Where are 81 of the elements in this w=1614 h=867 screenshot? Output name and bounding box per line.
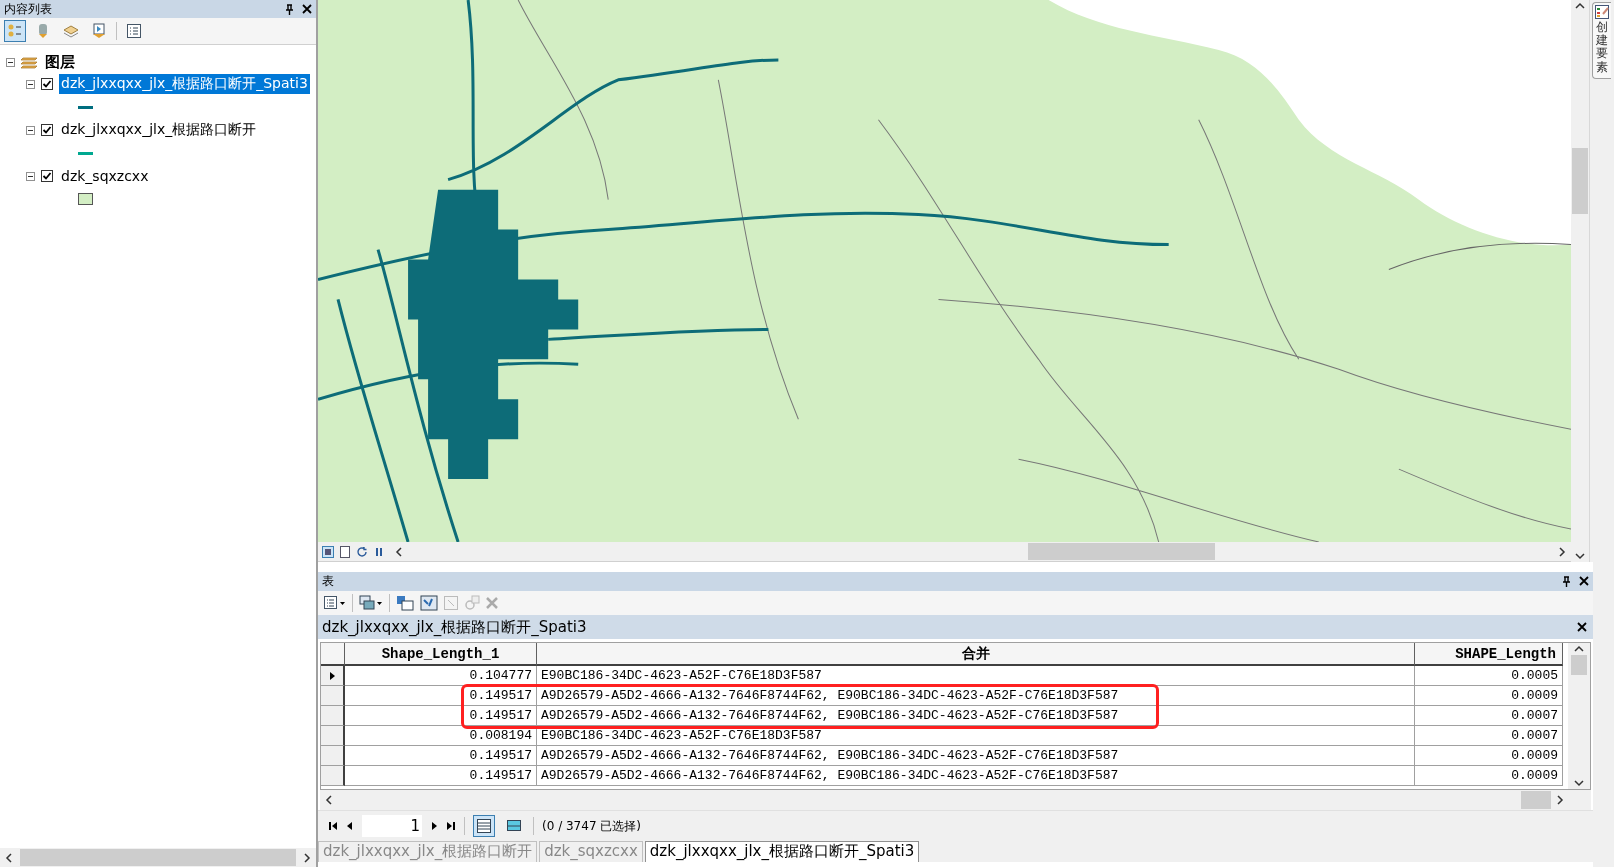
switch-selection-icon[interactable]	[420, 595, 438, 611]
related-tables-icon[interactable]	[359, 595, 383, 611]
table-cell: 0.149517	[345, 746, 537, 766]
layer-label[interactable]: dzk_jlxxqxx_jlx_根据路口断开_Spati3	[59, 74, 310, 94]
table-cell: 0.0009	[1415, 686, 1563, 706]
scroll-down-icon[interactable]	[1574, 779, 1584, 787]
column-header[interactable]: Shape_Length_1	[345, 643, 537, 666]
row-selector[interactable]	[321, 666, 345, 686]
table-title: dzk_jlxxqxx_jlx_根据路口断开_Spati3	[322, 617, 587, 637]
table-icon	[507, 820, 521, 832]
collapse-icon[interactable]	[6, 57, 15, 67]
collapse-icon[interactable]	[26, 171, 35, 181]
column-header[interactable]: SHAPE_Length	[1415, 643, 1563, 666]
collapse-icon[interactable]	[26, 79, 35, 89]
table-cell: 0.149517	[345, 766, 537, 786]
scroll-up-icon[interactable]	[1575, 2, 1585, 10]
table-cell: A9D26579-A5D2-4666-A132-7646F8744F62, E90BC186-34DC-4623-A52F-C76E18D3F587	[537, 706, 1415, 726]
table-cell: 0.0007	[1415, 706, 1563, 726]
table-options-icon[interactable]	[324, 596, 346, 610]
delete-icon	[486, 597, 498, 609]
table-cell: 0.0009	[1415, 766, 1563, 786]
row-selector[interactable]	[321, 726, 345, 746]
row-selector[interactable]	[321, 706, 345, 726]
column-header[interactable]: 合并	[537, 643, 1415, 666]
checkbox[interactable]	[41, 170, 53, 182]
table-cell: 0.008194	[345, 726, 537, 746]
clear-selection-icon	[444, 596, 458, 610]
table-cell: 0.0007	[1415, 726, 1563, 746]
scrollbar-thumb[interactable]	[20, 849, 296, 866]
table-cell: 0.0009	[1415, 746, 1563, 766]
selection-status: (0 / 3747 已选择)	[542, 817, 642, 835]
side-tab[interactable]: 创建要素	[1592, 2, 1611, 79]
table-cell: A9D26579-A5D2-4666-A132-7646F8744F62, E90BC186-34DC-4623-A52F-C76E18D3F587	[537, 746, 1415, 766]
table-cell: 0.149517	[345, 686, 537, 706]
pause-icon[interactable]	[374, 546, 384, 557]
checkbox[interactable]	[41, 124, 53, 136]
pin-icon[interactable]	[1562, 576, 1571, 587]
close-icon[interactable]	[1579, 576, 1589, 586]
row-selector[interactable]	[321, 766, 345, 786]
close-table-icon[interactable]	[1577, 622, 1587, 632]
select-by-attributes-icon[interactable]	[396, 595, 414, 611]
layout-view-icon[interactable]	[322, 545, 334, 558]
layer-label[interactable]: dzk_jlxxqxx_jlx_根据路口断开	[59, 120, 259, 140]
first-record-icon[interactable]	[328, 821, 338, 831]
table-cell: 0.149517	[345, 706, 537, 726]
checkbox[interactable]	[41, 78, 53, 90]
close-icon[interactable]	[302, 4, 312, 14]
group-label[interactable]: 图层	[45, 52, 75, 72]
scroll-up-icon[interactable]	[1574, 645, 1584, 653]
layer-label[interactable]: dzk_sqxzcxx	[59, 167, 151, 185]
table-tab[interactable]: dzk_jlxxqxx_jlx_根据路口断开_Spati3	[644, 841, 920, 862]
record-number-field[interactable]: 1	[362, 815, 422, 837]
list-icon	[477, 819, 491, 833]
row-selector[interactable]	[321, 686, 345, 706]
table-cell: E90BC186-34DC-4623-A52F-C76E18D3F587	[537, 726, 1415, 746]
row-selector[interactable]	[321, 746, 345, 766]
collapse-icon[interactable]	[26, 125, 35, 135]
table-cell: A9D26579-A5D2-4666-A132-7646F8744F62, E90BC186-34DC-4623-A52F-C76E18D3F587	[537, 766, 1415, 786]
scrollbar-thumb[interactable]	[1571, 655, 1587, 675]
panel-title: 表	[322, 573, 334, 590]
last-record-icon[interactable]	[446, 821, 456, 831]
pin-icon[interactable]	[285, 3, 294, 15]
table-cell: E90BC186-34DC-4623-A52F-C76E18D3F587	[537, 666, 1415, 686]
show-all-records-button[interactable]	[473, 815, 495, 837]
header-corner	[321, 643, 345, 666]
scroll-down-icon[interactable]	[1575, 552, 1585, 560]
current-row-icon	[329, 671, 335, 680]
table-cell: 0.104777	[345, 666, 537, 686]
next-record-icon[interactable]	[430, 821, 438, 831]
scrollbar-thumb[interactable]	[1521, 791, 1551, 809]
previous-record-icon[interactable]	[346, 821, 354, 831]
scrollbar-thumb[interactable]	[1572, 148, 1588, 214]
scrollbar-thumb[interactable]	[1028, 543, 1215, 560]
list-by-drawing-order-icon[interactable]	[4, 20, 26, 42]
page-view-icon[interactable]	[340, 545, 350, 558]
table-cell: A9D26579-A5D2-4666-A132-7646F8744F62, E90BC186-34DC-4623-A52F-C76E18D3F587	[537, 686, 1415, 706]
refresh-icon[interactable]	[356, 545, 368, 558]
template-list-icon	[1595, 5, 1609, 19]
panel-title: 内容列表	[4, 0, 52, 18]
table-cell: 0.0005	[1415, 666, 1563, 686]
layers-icon	[21, 55, 39, 69]
